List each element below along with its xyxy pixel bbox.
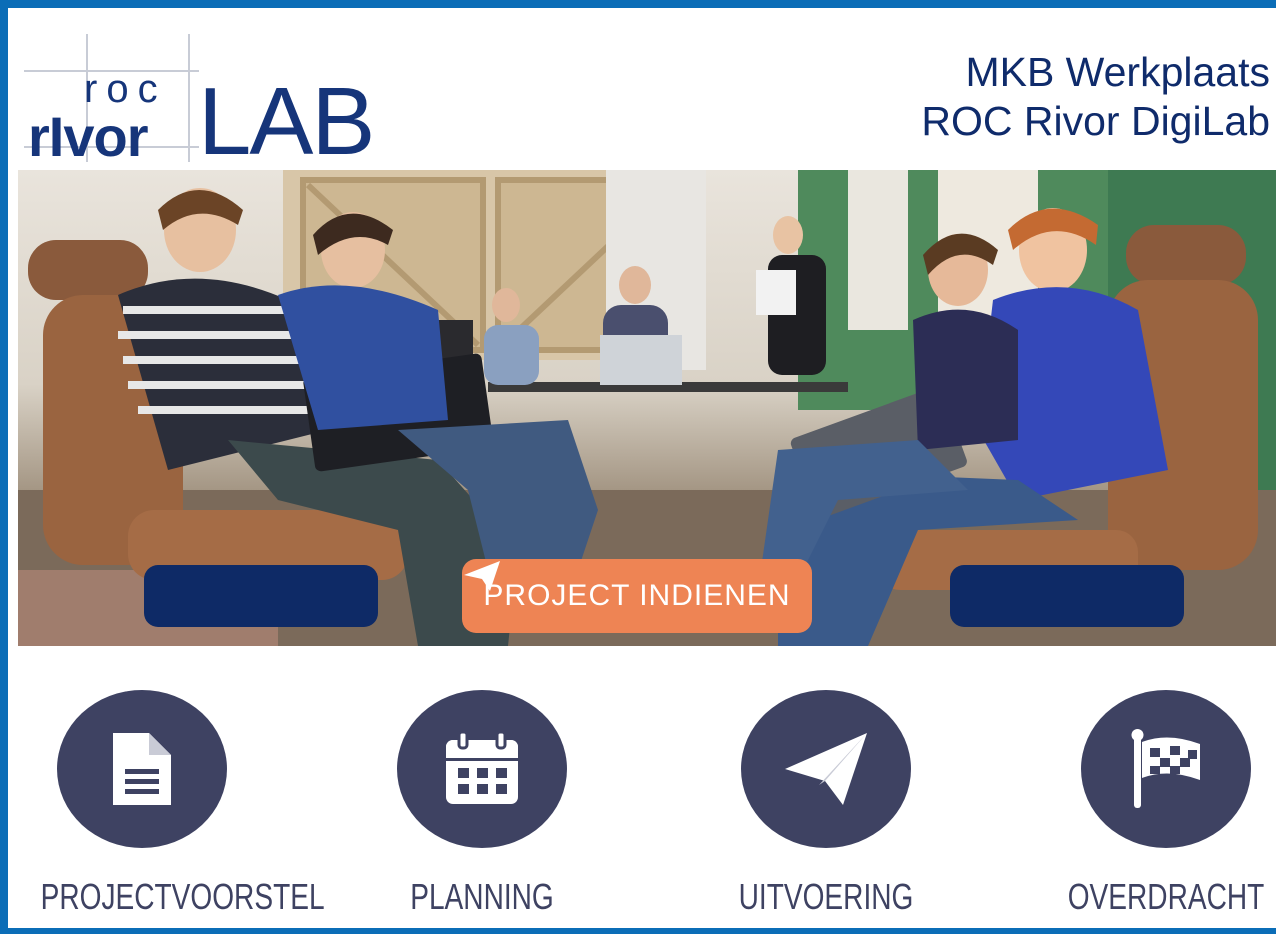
step-overdracht[interactable]: OVERDRACHT (1036, 690, 1276, 918)
step-uitvoering[interactable]: UITVOERING (696, 690, 956, 918)
page-frame: roc rIvor LAB MKB Werkplaats ROC Rivor D… (0, 0, 1276, 934)
step-uitvoering-label: UITVOERING (738, 876, 914, 917)
project-submit-button[interactable]: PROJECT INDIENEN (462, 559, 812, 633)
step-overdracht-label: OVERDRACHT (1067, 876, 1265, 917)
step-planning[interactable]: PLANNING (352, 690, 612, 918)
paper-plane-icon (464, 561, 500, 591)
step-projectvoorstel-label: PROJECTVOORSTEL (40, 876, 325, 917)
document-icon (113, 733, 171, 805)
paper-plane-icon (785, 733, 867, 805)
hero-right-button[interactable] (950, 565, 1184, 627)
step-projectvoorstel[interactable]: PROJECTVOORSTEL (12, 690, 325, 918)
checkered-flag-icon (1131, 729, 1200, 808)
logo-roc-text: roc (84, 67, 167, 111)
step-uitvoering-button[interactable] (741, 690, 911, 848)
logo-lab-text: LAB (198, 68, 375, 175)
step-overdracht-button[interactable] (1081, 690, 1251, 848)
rivor-lab-logo[interactable]: roc rIvor LAB (24, 34, 424, 174)
site-title: MKB Werkplaats ROC Rivor DigiLab (921, 48, 1270, 146)
hero-left-button[interactable] (144, 565, 378, 627)
step-planning-button[interactable] (397, 690, 567, 848)
logo-rivor-text: rIvor (28, 105, 148, 168)
step-projectvoorstel-button[interactable] (57, 690, 227, 848)
site-title-line1: MKB Werkplaats (965, 49, 1270, 95)
hero-banner: PROJECT INDIENEN (18, 170, 1276, 646)
step-planning-label: PLANNING (410, 876, 554, 917)
site-title-line2: ROC Rivor DigiLab (921, 98, 1270, 144)
process-steps: PROJECTVOORSTEL PLANNING UITVOERING OVER… (8, 690, 1276, 928)
project-submit-label: PROJECT INDIENEN (483, 579, 791, 612)
logo-grid-line (188, 34, 190, 162)
calendar-icon (446, 730, 518, 804)
